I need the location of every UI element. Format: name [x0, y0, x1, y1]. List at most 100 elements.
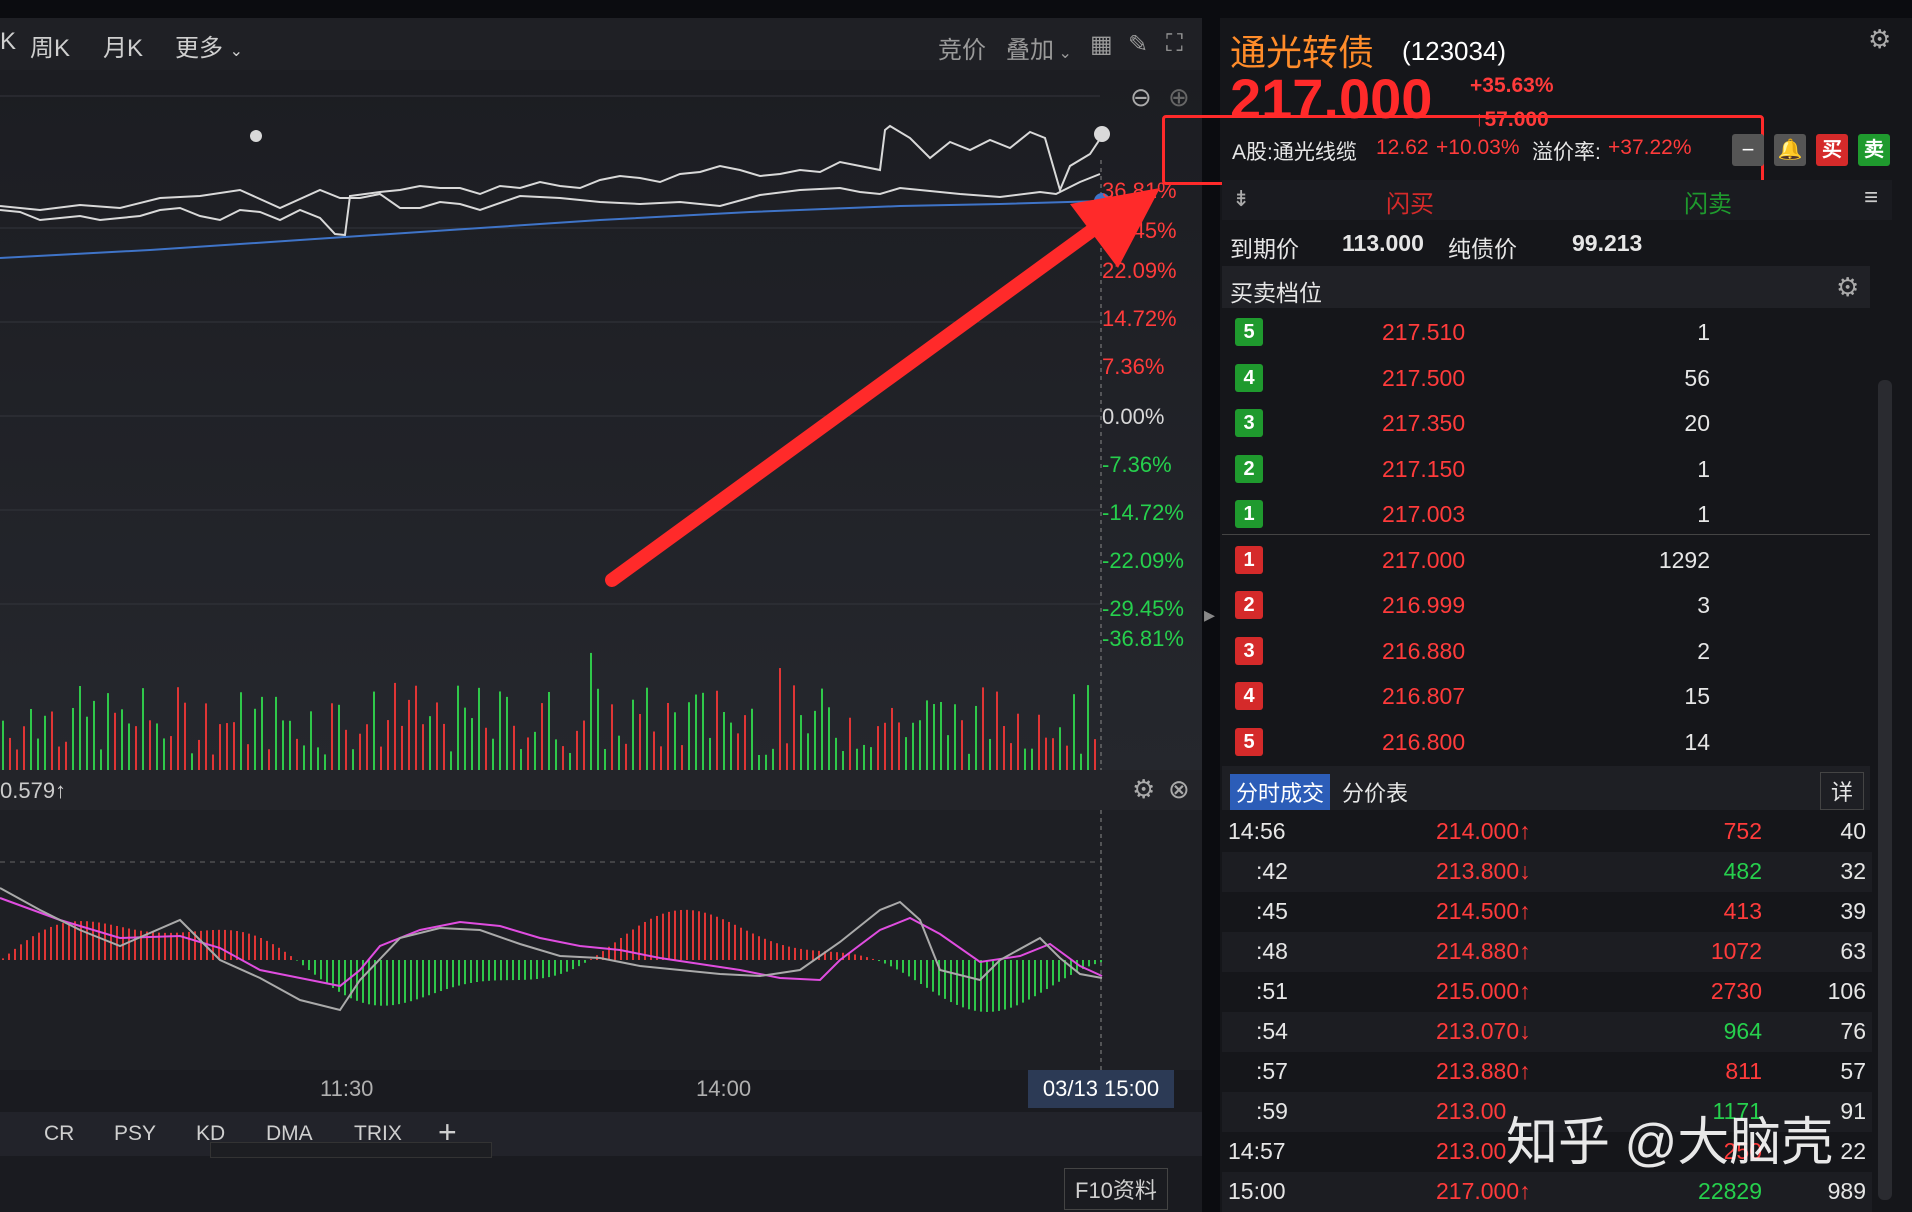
collapse-arrow-icon[interactable]: ▸	[1204, 602, 1215, 628]
tab-price-table[interactable]: 分价表	[1342, 776, 1408, 808]
volume-bar	[464, 707, 466, 770]
volume-bar	[765, 754, 767, 770]
tab-cr[interactable]: CR	[44, 1122, 74, 1146]
volume-bar	[702, 692, 704, 770]
macd-bar	[656, 915, 658, 960]
auction-button[interactable]: 竞价	[938, 30, 986, 65]
more-menu[interactable]: 更多 ⌄	[175, 28, 243, 63]
menu-icon[interactable]: ≡	[1864, 184, 1878, 212]
volume-bar	[51, 711, 53, 770]
gear-icon[interactable]: ⚙	[1868, 24, 1891, 55]
macd-bar	[986, 960, 988, 1012]
trade-time: :57	[1256, 1058, 1288, 1084]
zoom-in-icon[interactable]: ⊕	[1168, 82, 1190, 113]
volume-bar	[212, 754, 214, 770]
volume-bar	[149, 720, 151, 770]
volume-bar	[345, 729, 347, 770]
macd-bar	[32, 936, 34, 960]
tab-k[interactable]: K	[0, 28, 16, 56]
fullscreen-icon[interactable]: ⛶	[1166, 30, 1183, 58]
macd-bar	[740, 927, 742, 960]
volume-bar	[156, 723, 158, 770]
tab-psy[interactable]: PSY	[114, 1122, 156, 1146]
change-pct: +35.63%	[1470, 74, 1554, 97]
volume-bar	[478, 687, 480, 770]
tab-week-k[interactable]: 周K	[30, 28, 70, 63]
volume-bar	[975, 705, 977, 770]
level-badge: 1	[1235, 545, 1263, 574]
macd-bar	[254, 935, 256, 960]
macd-bar	[980, 960, 982, 1012]
flash-buy-button[interactable]: 闪买	[1386, 184, 1434, 219]
tab-month-k[interactable]: 月K	[103, 28, 143, 63]
macd-bar	[68, 921, 70, 960]
volume-bar	[751, 708, 753, 770]
macd-bar	[1016, 960, 1018, 1006]
macd-bar	[860, 955, 862, 960]
scrollbar[interactable]	[1878, 380, 1892, 1200]
gear-icon[interactable]: ⚙	[1132, 774, 1155, 805]
trade-price: 214.880↑	[1436, 938, 1531, 964]
f10-button[interactable]: F10资料	[1064, 1168, 1168, 1210]
macd-bar	[560, 960, 562, 974]
sell-button[interactable]: 卖	[1858, 134, 1890, 166]
volume-bar	[989, 738, 991, 770]
chart-toolbar: K 周K 月K 更多 ⌄ 竞价 叠加 ⌄ ▦ ✎ ⛶	[0, 18, 1202, 70]
pen-icon[interactable]: ✎	[1128, 30, 1148, 59]
grid-icon[interactable]: ▦	[1090, 30, 1113, 59]
macd-bar	[746, 930, 748, 960]
volume-bar	[387, 720, 389, 770]
level-badge: 4	[1235, 682, 1263, 710]
volume-bar	[835, 737, 837, 770]
volume-bar	[723, 712, 725, 770]
buy-button[interactable]: 买	[1816, 134, 1848, 166]
macd-bar	[188, 931, 190, 960]
volume-bar	[135, 726, 137, 770]
volume-bar	[737, 733, 739, 770]
macd-bar	[764, 938, 766, 960]
volume-bar	[961, 720, 963, 770]
macd-bar	[356, 960, 358, 1001]
tab-time-trades[interactable]: 分时成交	[1230, 774, 1331, 810]
macd-bar	[872, 958, 874, 960]
macd-bar	[440, 960, 442, 992]
volume-bar	[779, 668, 781, 770]
macd-bar	[998, 960, 1000, 1011]
zoom-out-icon[interactable]: ⊖	[1130, 82, 1152, 113]
macd-bar	[1010, 960, 1012, 1008]
volume-bar	[30, 708, 32, 770]
volume-bar	[443, 723, 445, 770]
macd-chart	[0, 810, 1103, 1070]
flash-sell-button[interactable]: 闪卖	[1684, 184, 1732, 219]
volume-bar	[492, 738, 494, 770]
minus-icon[interactable]: −	[1732, 134, 1764, 166]
trade-price: 213.880↑	[1436, 1058, 1531, 1084]
macd-bar	[416, 960, 418, 1000]
gear-icon[interactable]: ⚙	[1836, 272, 1859, 303]
macd-bar	[530, 960, 532, 980]
overlay-menu[interactable]: 叠加 ⌄	[1006, 30, 1072, 65]
macd-bar	[134, 929, 136, 960]
macd-bar	[500, 960, 502, 981]
volume-bar	[919, 720, 921, 770]
volume-bar	[184, 702, 186, 770]
level-badge: 2	[1235, 454, 1263, 483]
time-label-1130: 11:30	[320, 1076, 374, 1101]
trade-count: 40	[1840, 818, 1866, 844]
volume-bar	[842, 751, 844, 770]
expand-icon[interactable]: ⇟	[1232, 186, 1250, 212]
volume-bar	[23, 726, 25, 770]
detail-button[interactable]: 详	[1820, 772, 1865, 810]
macd-bar	[26, 940, 28, 960]
volume-bar	[9, 737, 11, 770]
bell-icon[interactable]: 🔔	[1774, 134, 1806, 166]
order-volume: 56	[1684, 364, 1710, 391]
macd-bar	[566, 960, 568, 972]
macd-bar	[572, 960, 574, 970]
trade-time: :51	[1256, 978, 1288, 1004]
scrollbar[interactable]	[210, 1142, 492, 1158]
close-icon[interactable]: ⊗	[1168, 774, 1190, 805]
macd-bar	[536, 960, 538, 979]
volume-bar	[142, 688, 144, 770]
volume-bar	[268, 749, 270, 770]
